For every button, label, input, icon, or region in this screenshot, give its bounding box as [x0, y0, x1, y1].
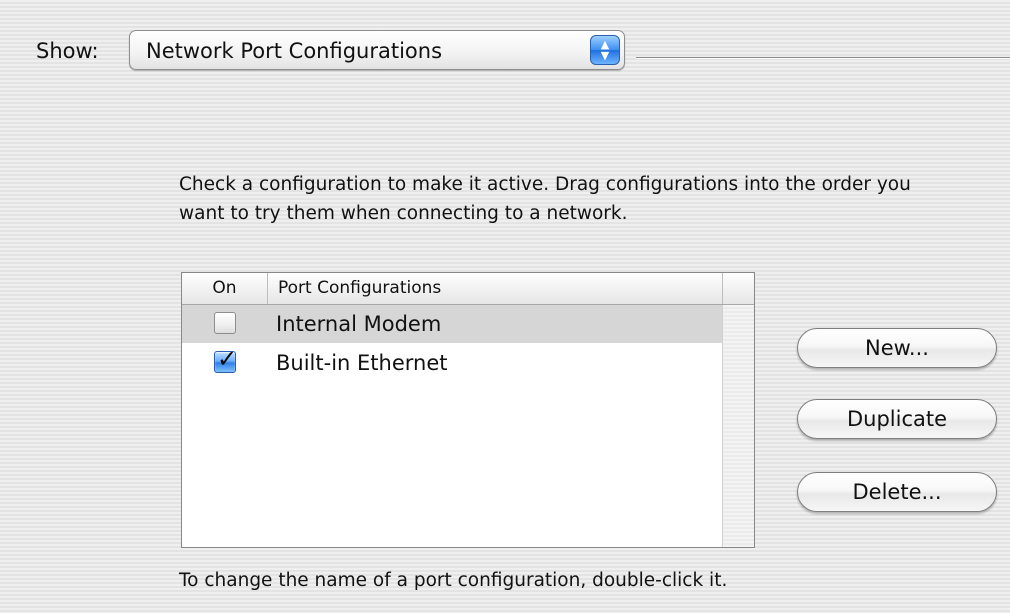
rename-hint-text: To change the name of a port configurati…: [179, 570, 728, 591]
port-configurations-table[interactable]: On Port Configurations Internal Modem ✓ …: [181, 272, 755, 548]
checkbox-internal-modem[interactable]: [214, 312, 236, 334]
instructions-text: Check a configuration to make it active.…: [179, 174, 911, 224]
table-row-internal-modem[interactable]: Internal Modem: [182, 305, 722, 343]
row-label: Internal Modem: [276, 312, 442, 336]
show-popup[interactable]: Network Port Configurations ▲ ▼: [129, 30, 625, 70]
checkbox-built-in-ethernet[interactable]: ✓: [214, 346, 237, 373]
vertical-scrollbar[interactable]: [722, 305, 754, 547]
divider-line: [636, 57, 1010, 58]
row-label: Built-in Ethernet: [276, 351, 448, 375]
column-header-port-configurations[interactable]: Port Configurations: [268, 273, 722, 304]
duplicate-button[interactable]: Duplicate: [797, 399, 997, 439]
new-button[interactable]: New...: [797, 328, 997, 368]
delete-button[interactable]: Delete...: [797, 472, 997, 512]
up-down-arrows-icon: ▲ ▼: [590, 35, 620, 65]
column-header-on[interactable]: On: [182, 273, 268, 304]
show-label: Show:: [36, 39, 99, 63]
table-row-built-in-ethernet[interactable]: ✓ Built-in Ethernet: [182, 344, 722, 382]
table-header: On Port Configurations: [182, 273, 754, 305]
checkmark-icon: ✓: [217, 345, 238, 373]
header-corner: [722, 273, 754, 304]
show-popup-value: Network Port Configurations: [146, 39, 443, 63]
